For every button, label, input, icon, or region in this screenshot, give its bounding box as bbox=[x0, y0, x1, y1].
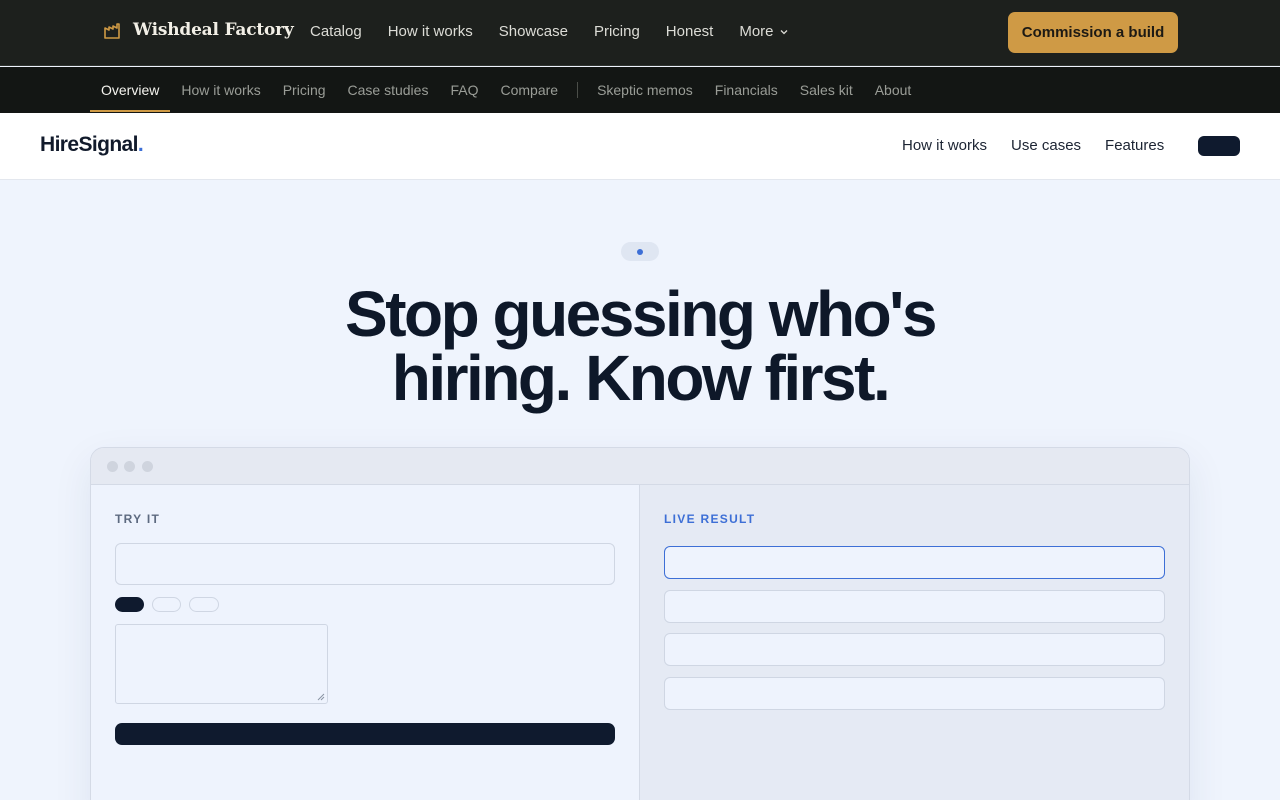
subnav-divider bbox=[577, 82, 579, 98]
hero-headline: Stop guessing who's hiring. Know first. bbox=[240, 282, 1040, 410]
logo-dot: . bbox=[137, 133, 144, 156]
product-nav-how-it-works[interactable]: How it works bbox=[902, 137, 987, 154]
window-dot-minimize bbox=[124, 461, 135, 472]
try-it-pane: TRY IT bbox=[91, 485, 639, 800]
product-logo[interactable]: HireSignal. bbox=[40, 133, 144, 157]
commission-build-button[interactable]: Commission a build bbox=[1008, 12, 1178, 53]
subnav-about[interactable]: About bbox=[864, 67, 923, 113]
hero-headline-line-2: hiring. Know first. bbox=[391, 342, 891, 414]
demo-window: TRY IT LIVE RESULT bbox=[90, 447, 1190, 800]
subnav-sales-kit[interactable]: Sales kit bbox=[789, 67, 864, 113]
subnav-skeptic-memos[interactable]: Skeptic memos bbox=[586, 67, 704, 113]
subnav-compare[interactable]: Compare bbox=[489, 67, 569, 113]
sub-nav-items: Overview How it works Pricing Case studi… bbox=[90, 67, 922, 113]
nav-honest[interactable]: Honest bbox=[666, 23, 714, 40]
subnav-overview[interactable]: Overview bbox=[90, 67, 171, 113]
result-row[interactable] bbox=[664, 677, 1165, 710]
nav-catalog[interactable]: Catalog bbox=[310, 23, 362, 40]
live-result-label: LIVE RESULT bbox=[664, 512, 756, 526]
product-nav: How it works Use cases Features bbox=[902, 137, 1188, 154]
product-header: HireSignal. How it works Use cases Featu… bbox=[0, 113, 1280, 180]
nav-showcase[interactable]: Showcase bbox=[499, 23, 568, 40]
nav-how-it-works[interactable]: How it works bbox=[388, 23, 473, 40]
nav-more[interactable]: More bbox=[739, 23, 788, 40]
logo-text: HireSignal bbox=[40, 133, 138, 156]
window-dot-close bbox=[107, 461, 118, 472]
option-chip-1[interactable] bbox=[115, 597, 144, 612]
hero-headline-line-1: Stop guessing who's bbox=[345, 278, 937, 350]
product-nav-use-cases[interactable]: Use cases bbox=[1011, 137, 1081, 154]
live-result-pane: LIVE RESULT bbox=[639, 485, 1189, 800]
section-sub-nav: Overview How it works Pricing Case studi… bbox=[0, 67, 1280, 113]
product-nav-features[interactable]: Features bbox=[1105, 137, 1164, 154]
try-it-label: TRY IT bbox=[115, 512, 161, 526]
subnav-financials[interactable]: Financials bbox=[704, 67, 789, 113]
option-chip-3[interactable] bbox=[189, 597, 219, 612]
result-row[interactable] bbox=[664, 590, 1165, 623]
subnav-case-studies[interactable]: Case studies bbox=[337, 67, 440, 113]
result-row[interactable] bbox=[664, 546, 1165, 579]
company-input[interactable] bbox=[115, 543, 615, 585]
window-dot-maximize bbox=[142, 461, 153, 472]
hero-eyebrow-badge bbox=[621, 242, 659, 261]
brand-name: Wishdeal Factory bbox=[133, 20, 294, 40]
window-title-bar bbox=[91, 448, 1189, 485]
chevron-down-icon bbox=[780, 29, 787, 34]
nav-pricing[interactable]: Pricing bbox=[594, 23, 640, 40]
top-nav: Catalog How it works Showcase Pricing Ho… bbox=[310, 23, 815, 40]
brand[interactable]: Wishdeal Factory bbox=[103, 20, 294, 40]
factory-icon bbox=[104, 23, 120, 39]
run-button[interactable] bbox=[115, 723, 615, 745]
subnav-how-it-works[interactable]: How it works bbox=[170, 67, 271, 113]
subnav-faq[interactable]: FAQ bbox=[439, 67, 489, 113]
subnav-pricing[interactable]: Pricing bbox=[272, 67, 337, 113]
site-top-bar: Wishdeal Factory Catalog How it works Sh… bbox=[0, 0, 1280, 66]
notes-textarea[interactable] bbox=[115, 624, 328, 704]
result-row[interactable] bbox=[664, 633, 1165, 666]
product-cta-button[interactable] bbox=[1198, 136, 1240, 156]
option-chip-2[interactable] bbox=[152, 597, 181, 612]
resize-grip-icon[interactable] bbox=[317, 693, 325, 701]
nav-more-label: More bbox=[739, 23, 774, 40]
